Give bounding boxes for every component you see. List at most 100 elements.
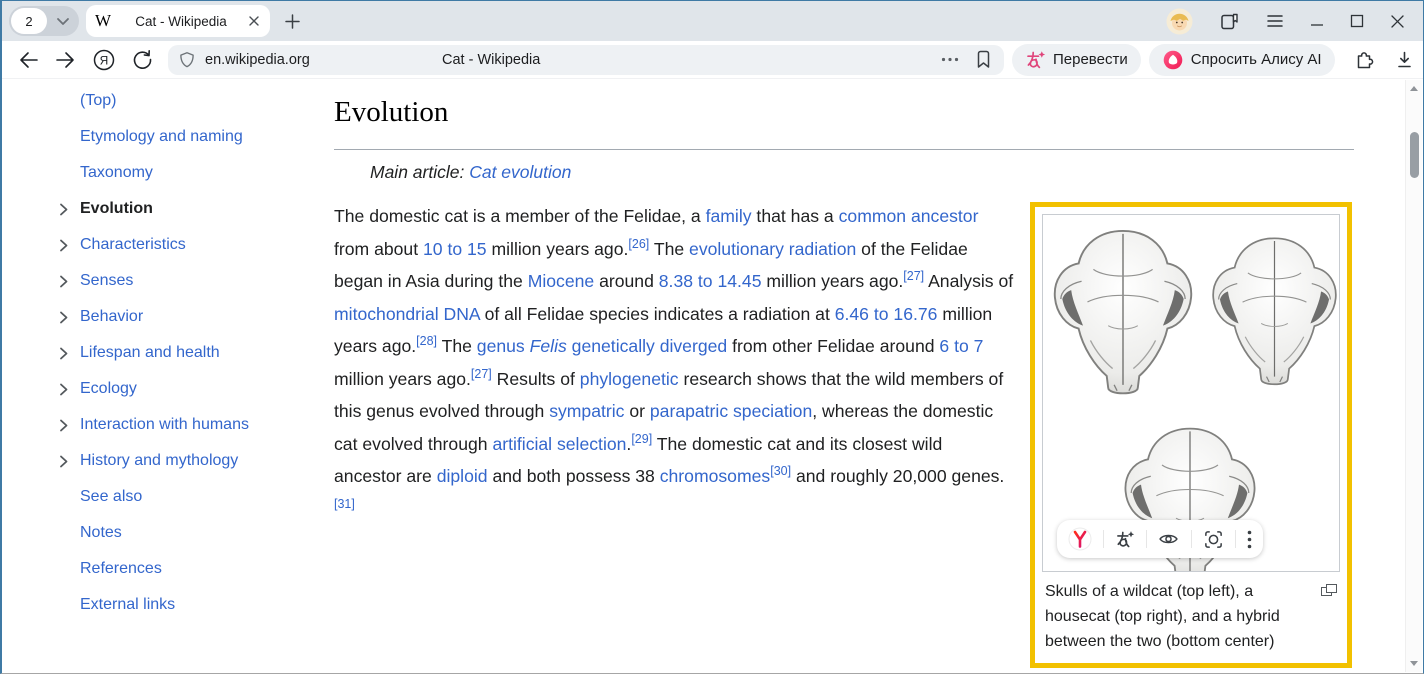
- sidebar-item[interactable]: Evolution: [50, 191, 320, 227]
- translate-icon[interactable]: [1115, 530, 1135, 549]
- wiki-link[interactable]: common ancestor: [839, 206, 979, 226]
- wiki-link[interactable]: 6 to 7: [939, 336, 983, 356]
- bookmark-icon[interactable]: [975, 50, 992, 69]
- ask-alice-button[interactable]: Спросить Алису AI: [1149, 44, 1335, 76]
- reference-link[interactable]: [30]: [770, 464, 791, 478]
- sidebar-item-label: Ecology: [80, 380, 137, 398]
- scroll-down-icon[interactable]: [1409, 660, 1419, 667]
- side-panel-icon[interactable]: [1219, 11, 1240, 32]
- tab-cat-wikipedia[interactable]: W Cat - Wikipedia: [86, 5, 270, 37]
- yandex-logo-icon[interactable]: [1068, 527, 1092, 551]
- close-tab-icon[interactable]: [247, 14, 261, 28]
- kebab-menu-icon[interactable]: [1247, 530, 1252, 549]
- reference-link[interactable]: [31]: [334, 497, 355, 511]
- paragraph-text: Results of: [492, 369, 580, 389]
- wiki-link[interactable]: Miocene: [528, 271, 595, 291]
- enlarge-icon[interactable]: [1321, 584, 1337, 596]
- wiki-link[interactable]: genetically diverged: [572, 336, 728, 356]
- yandex-home-icon[interactable]: Я: [92, 48, 116, 72]
- sidebar-item[interactable]: (Top): [50, 83, 320, 119]
- sidebar-item[interactable]: See also: [50, 479, 320, 515]
- sidebar-item-label: History and mythology: [80, 452, 238, 470]
- reference-link[interactable]: [29]: [631, 432, 652, 446]
- chevron-right-icon[interactable]: [50, 203, 80, 216]
- paragraph-text: and both possess 38: [488, 466, 660, 486]
- extensions-icon[interactable]: [1354, 50, 1376, 70]
- wiki-link[interactable]: Felis: [530, 336, 567, 356]
- reference-link[interactable]: [27]: [903, 269, 924, 283]
- address-bar[interactable]: en.wikipedia.org Cat - Wikipedia: [168, 45, 1004, 75]
- chevron-right-icon[interactable]: [50, 311, 80, 324]
- close-window-icon[interactable]: [1390, 14, 1405, 29]
- translate-button[interactable]: Перевести: [1012, 44, 1141, 76]
- sidebar-item[interactable]: History and mythology: [50, 443, 320, 479]
- sidebar-item-label: (Top): [80, 92, 116, 110]
- sidebar-item[interactable]: Ecology: [50, 371, 320, 407]
- download-icon[interactable]: [1395, 50, 1414, 70]
- wiki-link[interactable]: evolutionary radiation: [689, 239, 856, 259]
- wiki-link[interactable]: chromosomes: [660, 466, 771, 486]
- sidebar-item[interactable]: Lifespan and health: [50, 335, 320, 371]
- avatar[interactable]: [1166, 8, 1193, 35]
- minimize-icon[interactable]: [1310, 14, 1324, 28]
- wiki-link[interactable]: phylogenetic: [580, 369, 679, 389]
- sidebar-item-label: References: [80, 560, 162, 578]
- figure-highlight: Skulls of a wildcat (top left), a housec…: [1030, 202, 1352, 668]
- sidebar-item-label: External links: [80, 596, 175, 614]
- wiki-link[interactable]: genus: [477, 336, 525, 356]
- menu-icon[interactable]: [1266, 14, 1284, 28]
- wiki-link[interactable]: diploid: [437, 466, 488, 486]
- divider: [1103, 530, 1104, 548]
- chevron-down-icon[interactable]: [47, 17, 79, 26]
- eye-icon[interactable]: [1158, 531, 1179, 547]
- section-heading: Evolution: [334, 92, 1354, 150]
- wiki-link[interactable]: 6.46 to 16.76: [835, 304, 938, 324]
- chevron-right-icon[interactable]: [50, 419, 80, 432]
- wiki-link[interactable]: 10 to 15: [423, 239, 487, 259]
- sidebar-item[interactable]: Senses: [50, 263, 320, 299]
- forward-icon[interactable]: [55, 51, 76, 69]
- reference-link[interactable]: [27]: [471, 367, 492, 381]
- sidebar-item-label: Senses: [80, 272, 133, 290]
- vertical-scrollbar[interactable]: [1405, 80, 1422, 672]
- translate-label: Перевести: [1053, 51, 1128, 68]
- hatnote: Main article: Cat evolution: [370, 159, 1354, 186]
- chevron-right-icon[interactable]: [50, 239, 80, 252]
- back-icon[interactable]: [18, 51, 39, 69]
- sidebar-item-label: Etymology and naming: [80, 128, 243, 146]
- wiki-link[interactable]: 8.38 to 14.45: [659, 271, 762, 291]
- scroll-up-icon[interactable]: [1409, 85, 1419, 92]
- more-icon[interactable]: [941, 57, 959, 62]
- sidebar-item[interactable]: Behavior: [50, 299, 320, 335]
- sidebar-item[interactable]: Notes: [50, 515, 320, 551]
- sidebar-item[interactable]: Taxonomy: [50, 155, 320, 191]
- sidebar-item[interactable]: External links: [50, 587, 320, 623]
- chevron-right-icon[interactable]: [50, 383, 80, 396]
- maximize-icon[interactable]: [1350, 14, 1364, 28]
- wiki-link[interactable]: artificial selection: [492, 434, 626, 454]
- sidebar-item[interactable]: References: [50, 551, 320, 587]
- chevron-right-icon[interactable]: [50, 275, 80, 288]
- sidebar-item[interactable]: Characteristics: [50, 227, 320, 263]
- wiki-link[interactable]: family: [706, 206, 752, 226]
- sidebar-item[interactable]: Etymology and naming: [50, 119, 320, 155]
- hatnote-link[interactable]: Cat evolution: [469, 162, 571, 182]
- skulls-image[interactable]: [1042, 214, 1340, 572]
- camera-search-icon[interactable]: [1203, 529, 1224, 550]
- new-tab-button[interactable]: [284, 13, 301, 30]
- wiki-link[interactable]: parapatric speciation: [650, 401, 812, 421]
- reference-link[interactable]: [26]: [628, 237, 649, 251]
- tab-count[interactable]: 2: [11, 8, 47, 34]
- url-text[interactable]: en.wikipedia.org: [205, 52, 310, 68]
- image-hover-toolbar: [1057, 520, 1263, 558]
- wiki-link[interactable]: sympatric: [549, 401, 624, 421]
- scroll-thumb[interactable]: [1410, 132, 1419, 178]
- chevron-right-icon[interactable]: [50, 347, 80, 360]
- chevron-right-icon[interactable]: [50, 455, 80, 468]
- tab-counter[interactable]: 2: [9, 6, 79, 36]
- wiki-link[interactable]: mitochondrial DNA: [334, 304, 480, 324]
- sidebar-item[interactable]: Interaction with humans: [50, 407, 320, 443]
- shield-icon[interactable]: [178, 51, 196, 69]
- reload-icon[interactable]: [132, 49, 153, 70]
- reference-link[interactable]: [28]: [416, 334, 437, 348]
